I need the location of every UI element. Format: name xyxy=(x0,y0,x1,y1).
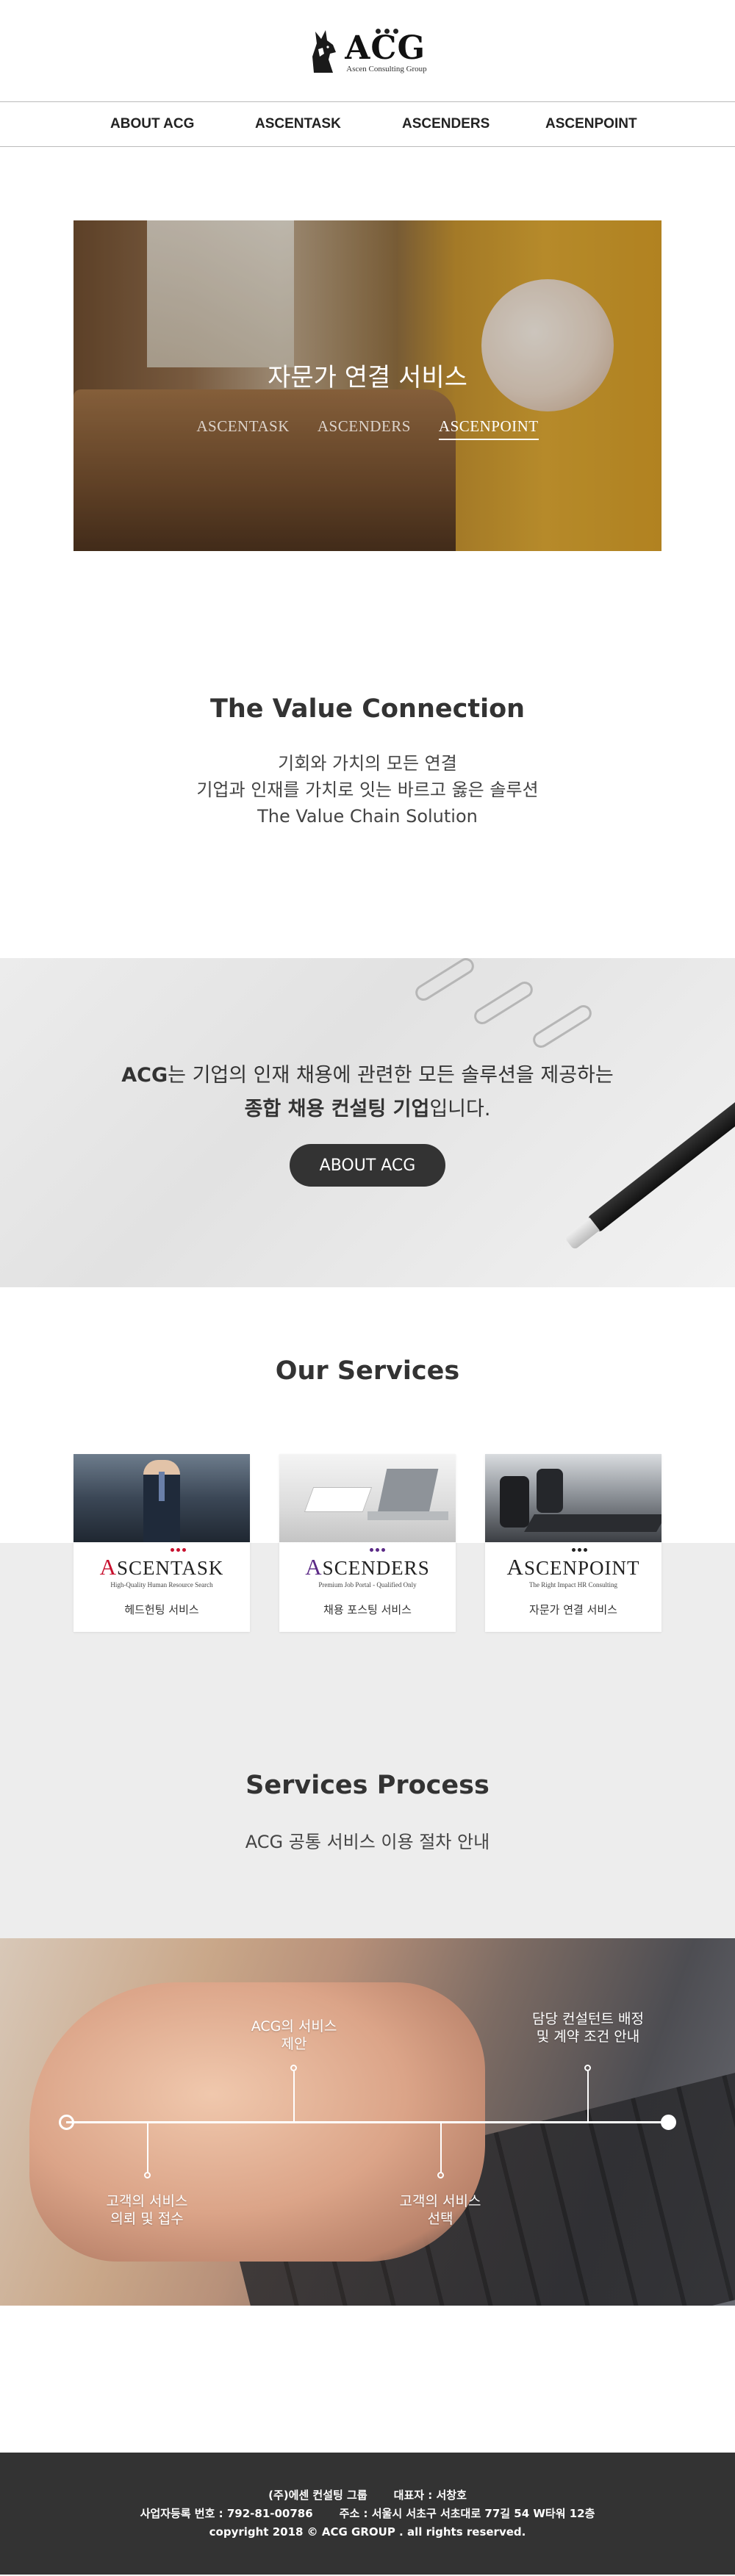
value-title: The Value Connection xyxy=(209,694,526,724)
service-card-ascentask[interactable]: ASCENTASK High-Quality Human Resource Se… xyxy=(74,1454,250,1632)
meeting-room-image xyxy=(485,1454,662,1542)
about-band: ACG는 기업의 인재 채용에 관련한 모든 솔루션을 제공하는 종합 채용 컨… xyxy=(0,958,735,1287)
hero-tab-ascenpoint[interactable]: ASCENPOINT xyxy=(438,417,539,440)
about-acg-button[interactable]: ABOUT ACG xyxy=(290,1144,445,1187)
value-line-2: 기업과 인재를 가치로 잇는 바르고 옳은 솔루션 xyxy=(196,780,539,800)
site-footer: (주)에센 컨설팅 그룹 대표자 : 서창호 사업자등록 번호 : 792-81-… xyxy=(0,2453,735,2575)
about-line-2: 종합 채용 컨설팅 기업입니다. xyxy=(244,1098,491,1120)
process-band: 고객의 서비스 의뢰 및 접수 ACG의 서비스 제안 고객의 서비스 선택 담당 컨… xyxy=(0,1938,735,2306)
paperclip-icon xyxy=(471,978,536,1028)
pencil-image xyxy=(564,1099,735,1251)
value-section: The Value Connection 기회와 가치의 모든 연결 기업과 인… xyxy=(0,551,735,958)
paperclip-icon xyxy=(530,1001,595,1051)
footer-address: 주소 : 서울시 서초구 서초대로 77길 54 W타워 12층 xyxy=(339,2506,595,2520)
process-timeline xyxy=(66,2121,669,2123)
brand-logo[interactable]: ACG Ascen Consulting Group xyxy=(308,27,427,74)
services-section: Our Services ASCENTASK High-Quality Huma… xyxy=(0,1287,735,1938)
paperclip-icon xyxy=(412,958,477,1004)
footer-row-2: 사업자등록 번호 : 792-81-00786 주소 : 서울시 서초구 서초대로… xyxy=(140,2505,595,2523)
main-nav: ABOUT ACG ASCENTASK ASCENDERS ASCENPOINT xyxy=(0,101,735,147)
nav-ascentask[interactable]: ASCENTASK xyxy=(255,116,341,132)
site-header: ACG Ascen Consulting Group xyxy=(0,0,735,101)
footer-row-3: copyright 2018 © ACG GROUP . all rights … xyxy=(209,2523,526,2541)
footer-company: (주)에센 컨설팅 그룹 xyxy=(268,2488,368,2502)
service-card-ascenders[interactable]: ASCENDERS Premium Job Portal - Qualified… xyxy=(279,1454,456,1632)
ascenders-tagline: Premium Job Portal - Qualified Only xyxy=(318,1581,417,1589)
process-step-4: 담당 컨설턴트 배정 및 계약 조건 안내 xyxy=(532,2011,644,2045)
value-line-1: 기회와 가치의 모든 연결 xyxy=(278,753,457,774)
footer-copyright: copyright 2018 © ACG GROUP . all rights … xyxy=(209,2525,526,2539)
businessman-image xyxy=(74,1454,250,1542)
hero-tab-ascentask[interactable]: ASCENTASK xyxy=(196,417,290,440)
wolf-logo-icon xyxy=(312,30,337,73)
service-cards: ASCENTASK High-Quality Human Resource Se… xyxy=(74,1454,662,1632)
ascentask-desc: 헤드헌팅 서비스 xyxy=(124,1603,199,1616)
nav-ascenpoint[interactable]: ASCENPOINT xyxy=(545,116,637,132)
ascenders-logo: ASCENDERS xyxy=(305,1548,429,1580)
process-step-3: 고객의 서비스 선택 xyxy=(399,2193,481,2227)
nav-ascenders[interactable]: ASCENDERS xyxy=(402,116,490,132)
ascenpoint-logo: ASCENPOINT xyxy=(507,1548,640,1580)
hero-section: 자문가 연결 서비스 ASCENTASK ASCENDERS ASCENPOIN… xyxy=(0,147,735,551)
process-step-1: 고객의 서비스 의뢰 및 접수 xyxy=(106,2193,188,2227)
footer-ceo: 대표자 : 서창호 xyxy=(393,2488,467,2502)
hero-title: 자문가 연결 서비스 xyxy=(268,363,467,392)
service-card-ascenpoint[interactable]: ASCENPOINT The Right Impact HR Consultin… xyxy=(485,1454,662,1632)
footer-row-1: (주)에센 컨설팅 그룹 대표자 : 서창호 xyxy=(268,2486,467,2505)
process-title: Services Process xyxy=(245,1771,490,1800)
timeline-end-dot xyxy=(661,2115,676,2130)
ascentask-logo: ASCENTASK xyxy=(100,1548,224,1580)
ascenpoint-tagline: The Right Impact HR Consulting xyxy=(529,1581,617,1589)
nav-about-acg[interactable]: ABOUT ACG xyxy=(110,116,194,132)
process-subtitle: ACG 공통 서비스 이용 절차 안내 xyxy=(245,1832,490,1852)
hero-banner: 자문가 연결 서비스 ASCENTASK ASCENDERS ASCENPOIN… xyxy=(74,220,662,551)
hero-tab-ascenders[interactable]: ASCENDERS xyxy=(318,417,411,440)
about-line-1: ACG는 기업의 인재 채용에 관련한 모든 솔루션을 제공하는 xyxy=(121,1064,614,1087)
ascenders-desc: 채용 포스팅 서비스 xyxy=(323,1603,412,1616)
brand-name: ACG xyxy=(345,29,426,67)
services-title: Our Services xyxy=(275,1356,460,1386)
hero-tabs: ASCENTASK ASCENDERS ASCENPOINT xyxy=(74,417,662,440)
footer-biz-no: 사업자등록 번호 : 792-81-00786 xyxy=(140,2506,313,2520)
laptop-desk-image xyxy=(279,1454,456,1542)
ascentask-tagline: High-Quality Human Resource Search xyxy=(110,1581,213,1589)
brand-subtitle: Ascen Consulting Group xyxy=(346,64,427,73)
ascenpoint-desc: 자문가 연결 서비스 xyxy=(529,1603,617,1616)
process-step-2: ACG의 서비스 제안 xyxy=(251,2018,337,2052)
value-line-3: The Value Chain Solution xyxy=(257,806,478,827)
timeline-start-dot xyxy=(59,2115,74,2130)
